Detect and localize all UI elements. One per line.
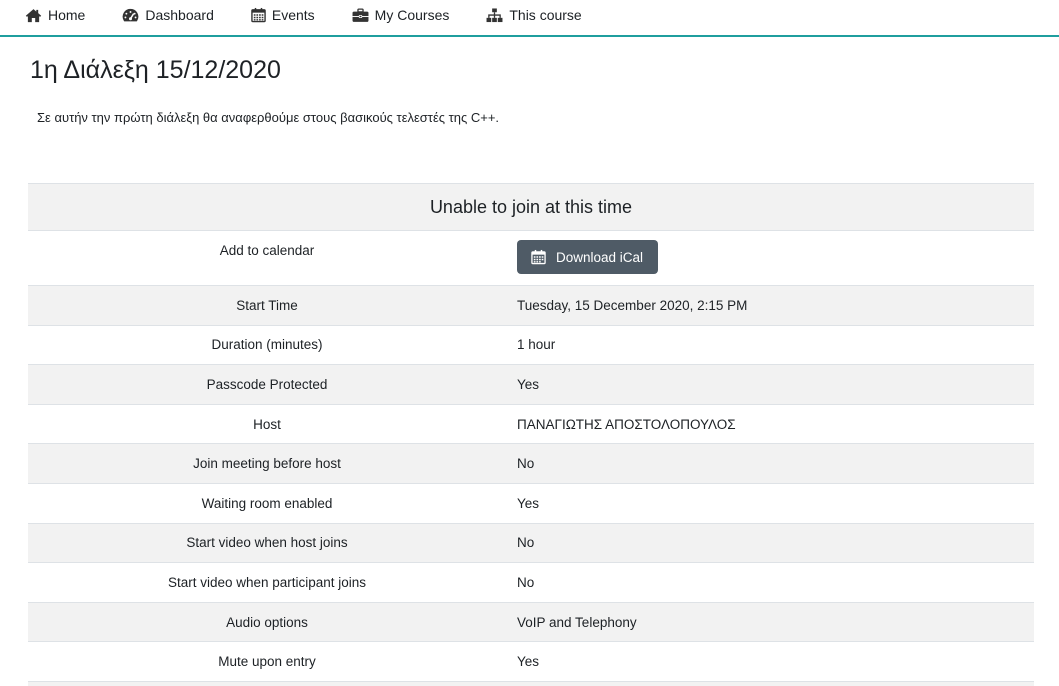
row-start-time: Start Time Tuesday, 15 December 2020, 2:… — [28, 285, 1034, 325]
passcode-protected-label: Passcode Protected — [206, 376, 328, 392]
add-to-calendar-value: Download iCal — [506, 231, 658, 274]
home-icon — [25, 8, 42, 23]
host-value: ΠΑΝΑΓΙΩΤΗΣ ΑΠΟΣΤΟΛΟΠΟΥΛΟΣ — [517, 416, 736, 432]
row-passcode-protected: Passcode Protected Yes — [28, 364, 1034, 404]
join-before-host-label: Join meeting before host — [193, 456, 341, 472]
join-before-host-value: No — [517, 456, 535, 472]
page-title: 1η Διάλεξη 15/12/2020 — [30, 56, 281, 84]
download-ical-button[interactable]: Download iCal — [517, 240, 658, 274]
nav-item-home[interactable]: Home — [25, 7, 85, 23]
nav-item-label: Events — [271, 7, 315, 23]
participant-video-label: Start video when participant joins — [167, 574, 367, 590]
start-time-value: Tuesday, 15 December 2020, 2:15 PM — [517, 297, 748, 313]
nav-list: Home Dashboard Events My Courses This co… — [0, 0, 1059, 30]
nav-item-dashboard[interactable]: Dashboard — [122, 7, 214, 23]
nav-item-label: Dashboard — [145, 7, 214, 23]
nav-item-this-course[interactable]: This course — [486, 7, 582, 23]
host-video-label: Start video when host joins — [186, 535, 348, 551]
sitemap-icon — [486, 7, 503, 23]
row-add-to-calendar: Add to calendar Download iCal — [28, 230, 1034, 285]
host-video-value: No — [517, 535, 535, 551]
row-audio-options: Audio options VoIP and Telephony — [28, 601, 1034, 642]
meeting-status-heading: Unable to join at this time — [28, 183, 1034, 230]
row-mute-upon-entry: Mute upon entry Yes — [28, 641, 1034, 681]
row-join-before-host: Join meeting before host No — [28, 443, 1034, 483]
nav-item-label: Home — [48, 7, 86, 23]
calendar-icon — [531, 249, 546, 265]
row-duration: Duration (minutes) 1 hour — [28, 324, 1034, 365]
add-to-calendar-label: Add to calendar — [219, 243, 315, 258]
start-time-label: Start Time — [236, 297, 298, 313]
top-navbar: Home Dashboard Events My Courses This co… — [0, 0, 1059, 37]
waiting-room-value: Yes — [517, 495, 540, 511]
row-participant-video: Start video when participant joins No — [28, 562, 1034, 602]
duration-value: 1 hour — [517, 337, 556, 353]
row-waiting-room: Waiting room enabled Yes — [28, 482, 1034, 523]
row-host: Host ΠΑΝΑΓΙΩΤΗΣ ΑΠΟΣΤΟΛΟΠΟΥΛΟΣ — [28, 403, 1034, 444]
activity-description: Σε αυτήν την πρώτη διάλεξη θα αναφερθούμ… — [37, 110, 500, 125]
nav-item-label: My Courses — [374, 7, 450, 23]
download-ical-label: Download iCal — [556, 249, 644, 265]
briefcase-icon — [352, 7, 369, 23]
nav-item-events[interactable]: Events — [251, 7, 315, 23]
waiting-room-label: Waiting room enabled — [201, 495, 333, 511]
calendar-icon — [251, 7, 266, 23]
row-host-video: Start video when host joins No — [28, 522, 1034, 563]
duration-label: Duration (minutes) — [211, 337, 323, 353]
table-row-partial — [28, 680, 1034, 686]
mute-upon-entry-label: Mute upon entry — [218, 654, 316, 670]
audio-options-value: VoIP and Telephony — [517, 614, 637, 630]
audio-options-label: Audio options — [226, 614, 308, 630]
participant-video-value: No — [517, 574, 535, 590]
passcode-protected-value: Yes — [517, 376, 540, 392]
dashboard-icon — [122, 8, 139, 23]
meeting-details-table: Unable to join at this time Add to calen… — [28, 183, 1034, 686]
host-label: Host — [253, 416, 281, 432]
nav-item-label: This course — [509, 7, 582, 23]
nav-item-my-courses[interactable]: My Courses — [352, 7, 450, 23]
mute-upon-entry-value: Yes — [517, 654, 540, 670]
